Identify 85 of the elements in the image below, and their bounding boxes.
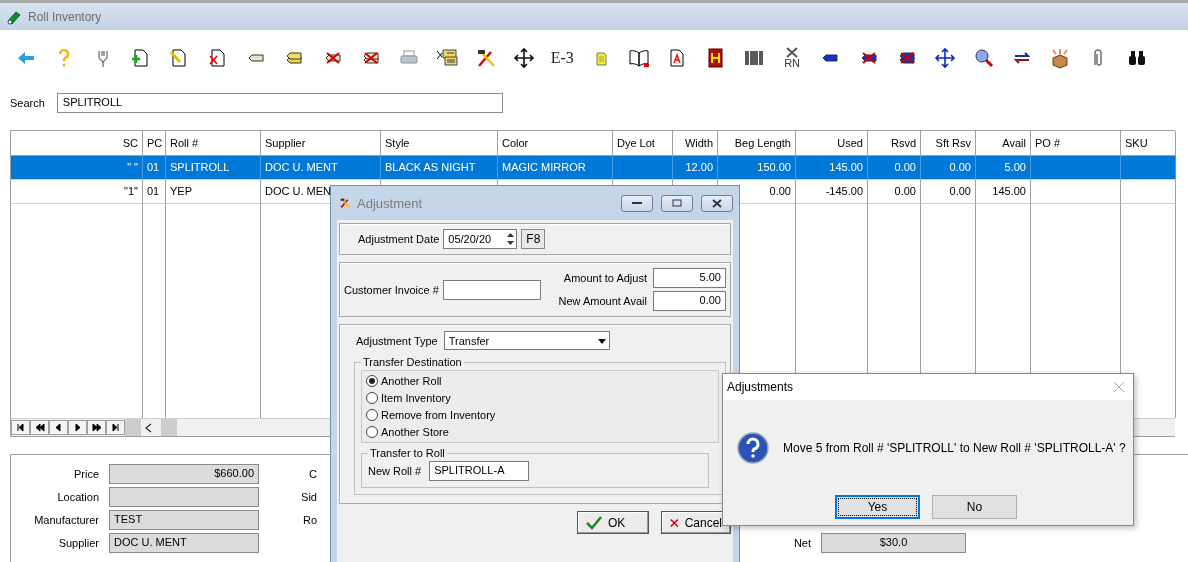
last-icon[interactable]: [110, 423, 121, 432]
radio-button[interactable]: [366, 375, 378, 387]
field-label: Manufacturer: [33, 513, 99, 528]
magnifier-icon[interactable]: [972, 46, 995, 69]
maximize-button[interactable]: [661, 194, 693, 212]
ok-button[interactable]: OK: [577, 511, 649, 534]
minimize-button[interactable]: [621, 194, 653, 212]
radio-button[interactable]: [366, 409, 378, 421]
amount-field[interactable]: 0.00: [653, 291, 726, 311]
shortcut-button[interactable]: F8: [521, 229, 546, 249]
field-label: Supplier: [57, 536, 99, 551]
close-button[interactable]: [701, 194, 733, 212]
dialog-button[interactable]: Yes: [835, 495, 920, 519]
dialog-button[interactable]: No: [932, 495, 1017, 519]
invoice-field[interactable]: [442, 279, 541, 300]
field-label: Net: [792, 536, 811, 551]
column-header[interactable]: Used: [796, 131, 868, 156]
column-header[interactable]: PO #: [1031, 131, 1121, 156]
column-header[interactable]: Dye Lot: [613, 131, 673, 156]
amount-field[interactable]: 5.00: [653, 268, 726, 288]
field-label: Customer Invoice #: [344, 283, 439, 296]
question-icon: [737, 432, 769, 464]
detail-field[interactable]: DOC U. MENT: [109, 533, 259, 553]
x-icon: [785, 46, 800, 58]
spinner-icon[interactable]: [506, 232, 516, 246]
toolbar-button[interactable]: E-3: [543, 37, 582, 78]
column-header[interactable]: Avail: [976, 131, 1031, 156]
type-dropdown[interactable]: Transfer: [443, 331, 610, 350]
column-header[interactable]: Beg Length: [718, 131, 796, 156]
field-label: Ro: [301, 513, 317, 528]
maximize-icon: [672, 199, 682, 207]
search-label: Search: [10, 97, 45, 109]
column-header[interactable]: Rsvd: [868, 131, 921, 156]
new-roll-field[interactable]: SPLITROLL-A: [429, 461, 530, 481]
date-field[interactable]: 05/20/20: [443, 229, 518, 249]
tools-icon: [339, 197, 351, 209]
confirmation-message: Move 5 from Roll # 'SPLITROLL' to New Roll # 'SPLITROLL-A' ?: [783, 441, 1126, 455]
field-label: Amount to Adjust: [563, 272, 647, 284]
first-icon[interactable]: [15, 423, 26, 432]
radio-label[interactable]: Item Inventory: [381, 392, 451, 404]
table-row[interactable]: " " 01 SPLITROLL DOC U. MENT BLACK AS NIGHT MAGIC MIRROR 12.00 150.00 145.00 0.00 0.00 5.00: [11, 156, 1175, 180]
field-label: New Amount Avail: [558, 295, 647, 307]
field-label: Price: [72, 467, 99, 482]
move-icon[interactable]: [934, 46, 957, 69]
column-header[interactable]: Width: [673, 131, 718, 156]
field-label: Sid: [300, 490, 317, 505]
group-title: Transfer to Roll: [369, 447, 446, 459]
rewind-icon[interactable]: [34, 423, 45, 432]
radio-button[interactable]: [366, 392, 378, 404]
field-label: Adjustment Date: [358, 233, 440, 245]
column-header[interactable]: PC: [143, 131, 166, 156]
search-field[interactable]: SPLITROLL: [56, 93, 503, 113]
dialog-title: Adjustments: [727, 380, 794, 394]
column-header[interactable]: Roll #: [166, 131, 261, 156]
field-label: Location: [56, 490, 99, 505]
column-header[interactable]: Color: [498, 131, 613, 156]
radio-label[interactable]: Another Roll: [381, 375, 442, 387]
field-label: Adjustment Type: [356, 334, 438, 347]
tags-scissors-icon[interactable]: [436, 46, 459, 69]
next-icon[interactable]: [72, 423, 83, 432]
column-header[interactable]: Supplier: [261, 131, 381, 156]
column-header[interactable]: Style: [381, 131, 498, 156]
cancel-button[interactable]: Cancel: [661, 511, 731, 534]
detail-field[interactable]: [109, 487, 259, 507]
field-label: New Roll #: [368, 465, 422, 477]
close-icon: [712, 198, 722, 208]
detail-field[interactable]: $660.00: [109, 464, 259, 484]
radio-label[interactable]: Remove from Inventory: [381, 409, 496, 421]
radio-button[interactable]: [366, 426, 378, 438]
previous-icon[interactable]: [53, 423, 64, 432]
column-header[interactable]: SC: [11, 131, 143, 156]
x-icon: [670, 516, 679, 529]
column-header[interactable]: Sft Rsv: [921, 131, 976, 156]
scrollbar-thumb[interactable]: [161, 419, 177, 436]
group-title: Transfer Destination: [362, 356, 463, 368]
field-label: C: [308, 467, 317, 482]
check-icon: [586, 515, 602, 530]
toolbar-button[interactable]: RN: [772, 37, 812, 78]
window-title: Roll Inventory: [28, 9, 102, 24]
radio-label[interactable]: Another Store: [381, 426, 449, 438]
column-header[interactable]: SKU: [1121, 131, 1176, 156]
detail-field[interactable]: $30.0: [821, 533, 966, 553]
detail-field[interactable]: TEST: [109, 510, 259, 530]
fast-forward-icon[interactable]: [91, 423, 102, 432]
move-icon[interactable]: [513, 46, 535, 69]
